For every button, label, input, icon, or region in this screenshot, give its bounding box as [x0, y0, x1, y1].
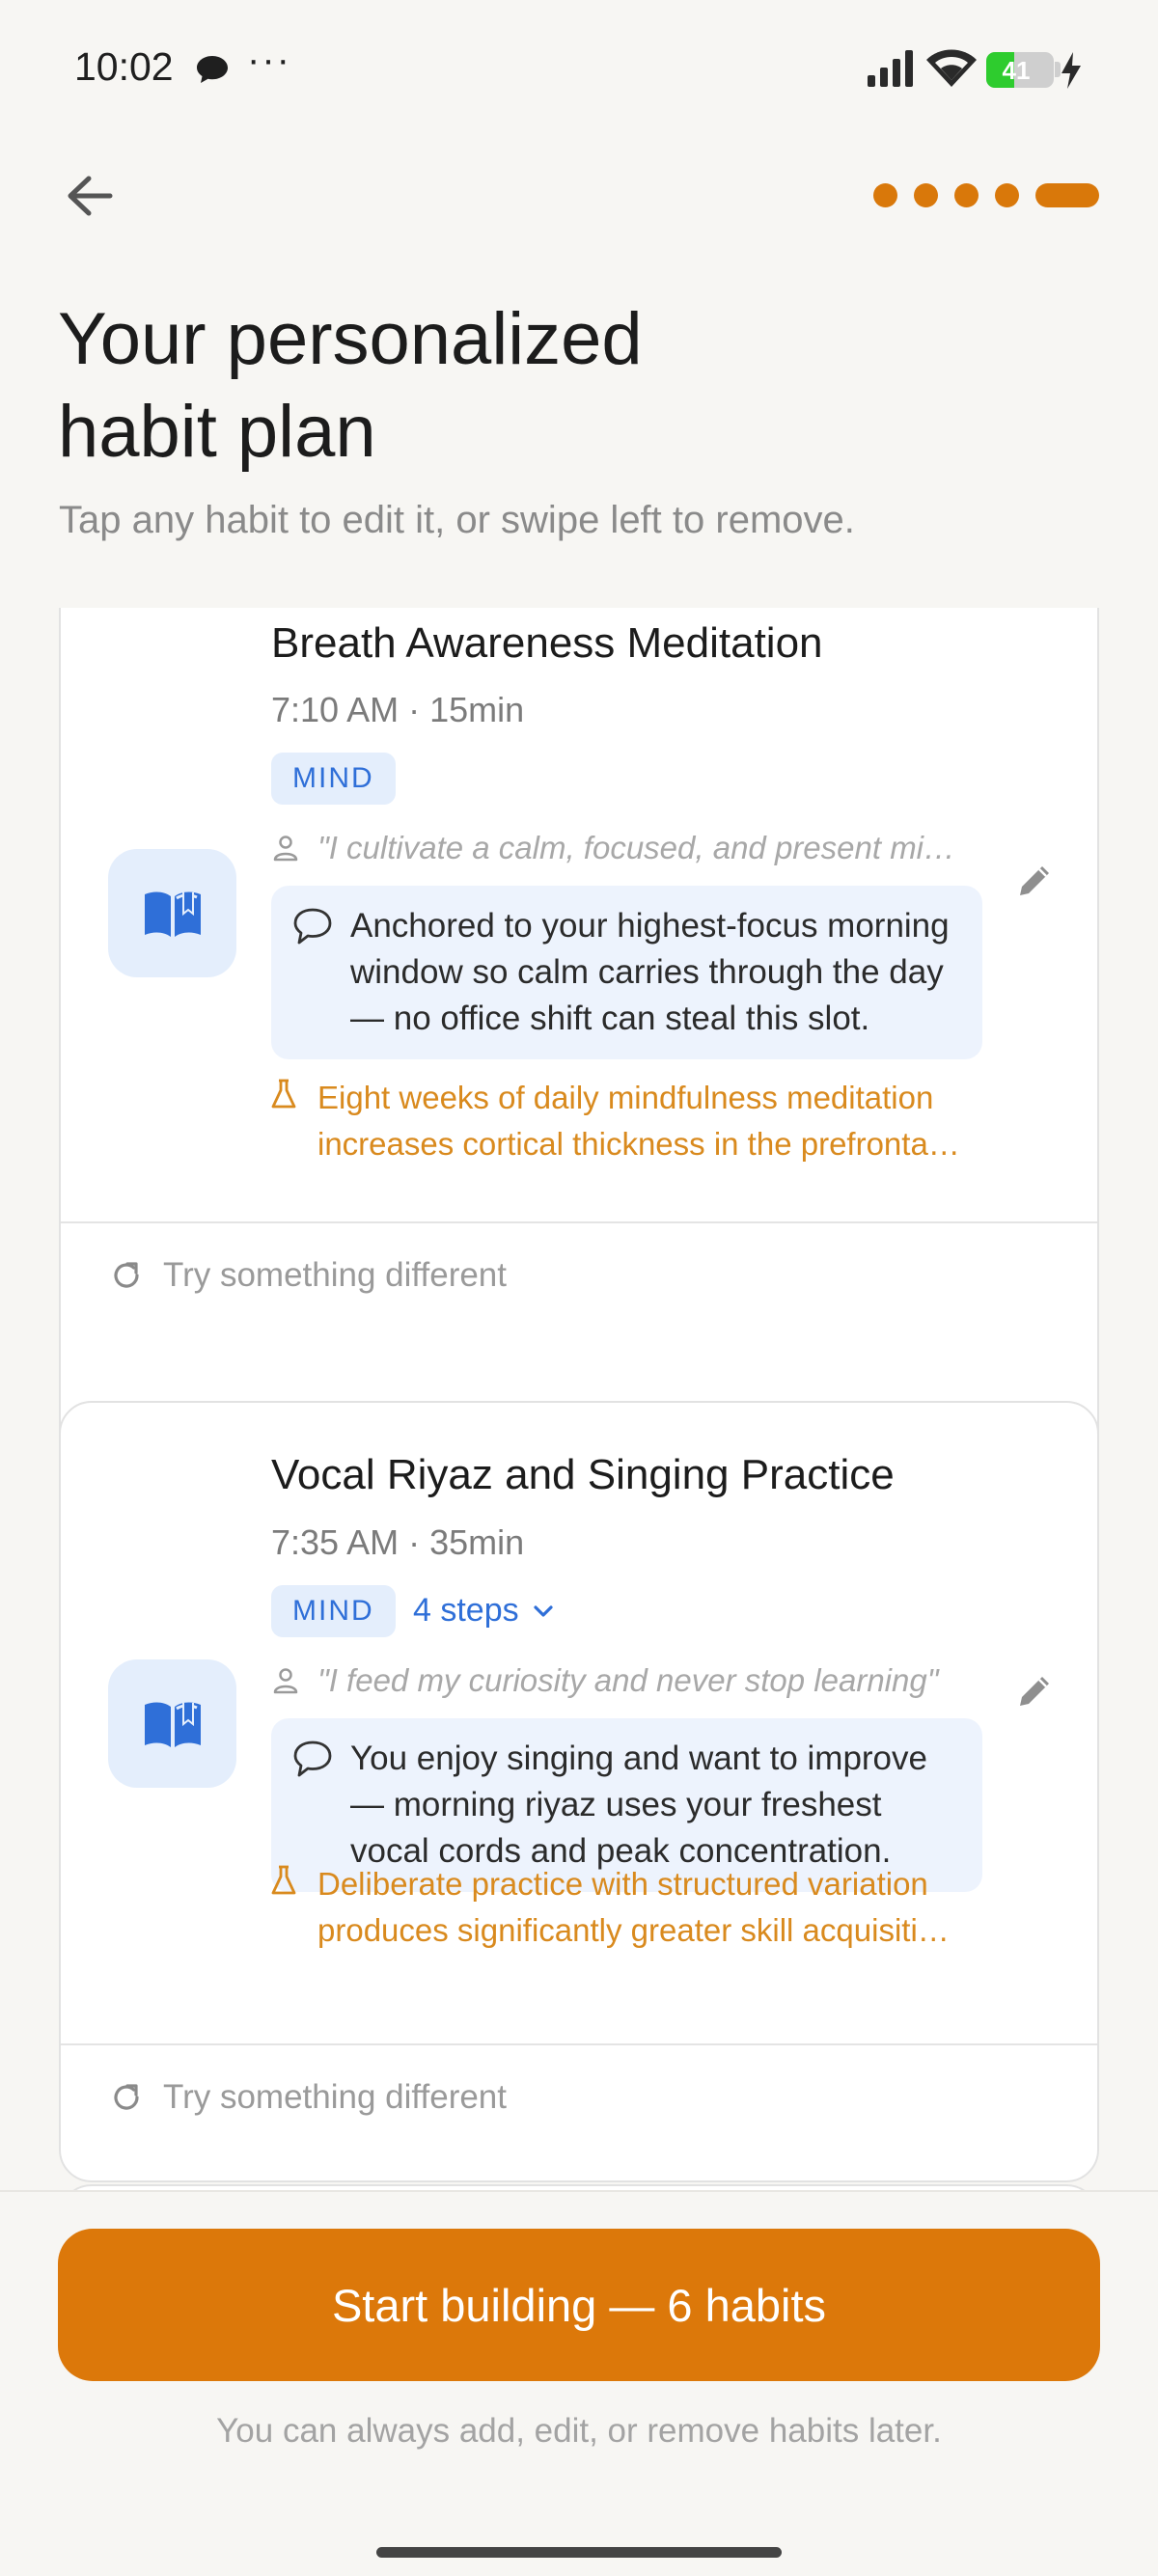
page-title-line1: Your personalized [58, 298, 643, 380]
page-subtitle: Tap any habit to edit it, or swipe left … [59, 499, 855, 541]
signal-icon [868, 50, 916, 92]
habit-time: 7:10 AM · 15min [271, 690, 525, 729]
person-icon [273, 1668, 298, 1694]
battery-percent: 41 [1002, 56, 1031, 85]
card-divider [61, 2043, 1097, 2045]
arrow-left-icon [68, 176, 113, 216]
edit-button[interactable] [1005, 849, 1066, 911]
category-tag: MIND [271, 1585, 396, 1637]
card-divider [61, 1221, 1097, 1223]
progress-step [914, 183, 938, 207]
status-bar: 10:02 ··· 41 [0, 0, 1158, 135]
flask-icon [271, 1865, 296, 1901]
page-title-line2: habit plan [58, 391, 376, 473]
refresh-icon [114, 2084, 139, 2110]
chevron-down-icon [534, 1604, 553, 1617]
charging-bolt-icon [1062, 52, 1081, 94]
science-text: Deliberate practice with structured vari… [317, 1866, 950, 1948]
habit-title: Vocal Riyaz and Singing Practice [271, 1451, 895, 1498]
category-tag: MIND [271, 753, 396, 805]
flask-icon [271, 1079, 296, 1114]
speech-bubble-icon [292, 907, 333, 950]
habit-title: Breath Awareness Meditation [271, 619, 823, 667]
battery-icon: 41 [986, 52, 1054, 88]
try-something-different-button[interactable]: Try something different [111, 2078, 507, 2117]
science-note: Eight weeks of daily mindfulness meditat… [271, 1075, 1043, 1167]
affirmation: "I cultivate a calm, focused, and presen… [273, 830, 1064, 866]
habit-card[interactable]: Vocal Riyaz and Singing Practice 7:35 AM… [59, 1401, 1099, 2182]
progress-step [873, 183, 897, 207]
reason-text: Anchored to your highest-focus morning w… [350, 907, 950, 1037]
pencil-icon [1020, 1677, 1049, 1706]
try-something-different-button[interactable]: Try something different [111, 1256, 507, 1295]
progress-step-current [1035, 183, 1099, 207]
person-icon [273, 836, 298, 862]
footer-note: You can always add, edit, or remove habi… [216, 2412, 942, 2450]
reason-box: Anchored to your highest-focus morning w… [271, 886, 982, 1059]
back-button[interactable] [58, 164, 122, 228]
open-book-icon [108, 849, 236, 977]
onboarding-progress [873, 183, 1099, 207]
footer-divider [0, 2190, 1158, 2192]
pencil-icon [1020, 866, 1049, 895]
reason-text: You enjoy singing and want to improve — … [350, 1740, 927, 1870]
try-something-different-label: Try something different [163, 2078, 507, 2116]
progress-step [954, 183, 979, 207]
status-time: 10:02 [74, 44, 174, 89]
page-title: Your personalized habit plan [58, 293, 830, 479]
progress-step [995, 183, 1019, 207]
chat-bubble-icon [195, 54, 230, 90]
start-building-button[interactable]: Start building — 6 habits [58, 2229, 1100, 2381]
home-indicator[interactable] [376, 2547, 782, 2558]
science-note: Deliberate practice with structured vari… [271, 1861, 1043, 1954]
refresh-icon [114, 1262, 139, 1288]
habit-time: 7:35 AM · 35min [271, 1522, 525, 1562]
affirmation-text: "I feed my curiosity and never stop lear… [317, 1662, 939, 1698]
open-book-icon [108, 1659, 236, 1788]
speech-bubble-icon [292, 1740, 333, 1783]
affirmation: "I feed my curiosity and never stop lear… [273, 1662, 1064, 1699]
steps-label: 4 steps [413, 1592, 519, 1629]
wifi-icon [926, 48, 977, 92]
battery-cap [1055, 62, 1061, 77]
science-text: Eight weeks of daily mindfulness meditat… [317, 1080, 960, 1162]
try-something-different-label: Try something different [163, 1256, 507, 1294]
steps-toggle[interactable]: 4 steps [413, 1592, 554, 1630]
habit-list[interactable]: Breath Awareness Meditation 7:10 AM · 15… [0, 608, 1158, 2190]
edit-button[interactable] [1005, 1659, 1066, 1721]
affirmation-text: "I cultivate a calm, focused, and presen… [317, 830, 956, 865]
overflow-dots: ··· [247, 39, 291, 81]
